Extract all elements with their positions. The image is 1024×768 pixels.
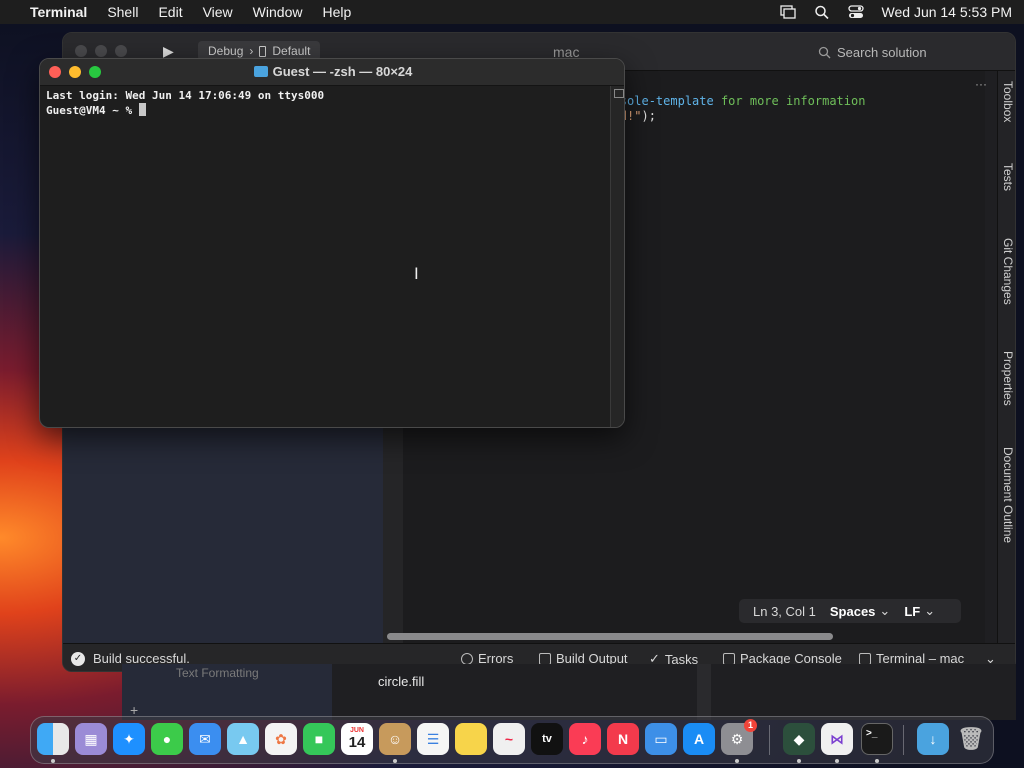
sidebar-tab-tests[interactable]: Tests [1001, 163, 1015, 191]
terminal-icon [859, 652, 871, 665]
menu-shell[interactable]: Shell [107, 4, 138, 20]
background-circle-fill: circle.fill [378, 674, 425, 689]
sidebar-tab-git-changes[interactable]: Git Changes [1001, 238, 1015, 305]
mail-icon[interactable]: ✉ [189, 723, 221, 755]
screen-mirroring-icon[interactable] [779, 5, 796, 19]
background-divider [697, 664, 711, 720]
horizontal-scrollbar[interactable] [387, 633, 833, 640]
contacts-icon[interactable]: ☺ [379, 723, 411, 755]
menubar-clock[interactable]: Wed Jun 14 5:53 PM [882, 4, 1012, 20]
reminders-icon[interactable]: ☰ [417, 723, 449, 755]
finder-icon[interactable] [37, 723, 69, 755]
split-pane-icon [614, 89, 624, 98]
text-cursor [138, 103, 146, 116]
ibeam-cursor-icon: I [414, 264, 419, 283]
music-icon[interactable]: ♪ [569, 723, 601, 755]
menu-app-terminal[interactable]: Terminal [30, 4, 87, 20]
dock: ▦ ✦ ● ✉ ▲ ✿ ■ JUN 14 ☺ ☰ ~ tv ♪ N ▭ A ⚙ 1 … [30, 716, 994, 764]
app-store-icon[interactable]: A [683, 723, 715, 755]
ide-zoom-button[interactable] [115, 45, 127, 57]
apple-tv-icon[interactable]: tv [531, 723, 563, 755]
device-label: Default [272, 44, 311, 58]
folder-icon [253, 66, 268, 77]
more-options-icon[interactable]: ··· [975, 77, 987, 91]
virtual-machine-icon[interactable]: ◆ [783, 723, 815, 755]
terminal-title: Guest — -zsh — 80×24 [40, 64, 624, 79]
search-icon [818, 46, 831, 58]
system-settings-icon[interactable]: ⚙ 1 [721, 719, 757, 755]
control-center-icon[interactable] [847, 5, 864, 19]
terminal-window[interactable]: Guest — -zsh — 80×24 Last login: Wed Jun… [39, 58, 625, 428]
facetime-icon[interactable]: ■ [303, 723, 335, 755]
terminal-scrollbar[interactable] [610, 86, 624, 427]
maps-icon[interactable]: ▲ [227, 723, 259, 755]
scheme-label: Debug [208, 44, 244, 58]
visual-studio-icon[interactable]: ⋈ [821, 723, 853, 755]
menu-view[interactable]: View [203, 4, 233, 20]
search-solution-input[interactable]: Search solution [818, 42, 1008, 62]
indent-mode[interactable]: Spaces [830, 604, 876, 619]
sidebar-tab-properties[interactable]: Properties [1001, 351, 1015, 406]
ide-close-button[interactable] [75, 45, 87, 57]
terminal-output[interactable]: Last login: Wed Jun 14 17:06:49 on ttys0… [46, 89, 324, 118]
news-icon[interactable]: N [607, 723, 639, 755]
cursor-position[interactable]: Ln 3, Col 1 [753, 604, 816, 619]
editor-status-bar: Ln 3, Col 1 Spaces ⌄ LF ⌄ [739, 599, 961, 623]
downloads-folder-icon[interactable]: ↓ [917, 723, 949, 755]
chevron-down-icon: ⌄ [924, 603, 936, 618]
photos-icon[interactable]: ✿ [265, 723, 297, 755]
last-login-line: Last login: Wed Jun 14 17:06:49 on ttys0… [46, 89, 325, 102]
spotlight-search-icon[interactable] [814, 5, 830, 19]
shell-prompt: Guest@VM4 ~ % [46, 104, 139, 117]
launchpad-icon[interactable]: ▦ [75, 723, 107, 755]
freeform-icon[interactable]: ~ [493, 723, 525, 755]
chevron-right-icon: › [249, 44, 254, 58]
messages-icon[interactable]: ● [151, 723, 183, 755]
background-window: Text Formatting circle.fill + [122, 664, 1016, 720]
ide-minimize-button[interactable] [95, 45, 107, 57]
menu-window[interactable]: Window [253, 4, 303, 20]
package-icon [723, 652, 735, 665]
chevron-down-icon: ⌄ [879, 603, 891, 618]
safari-icon[interactable]: ✦ [113, 723, 145, 755]
build-output-icon [539, 652, 551, 665]
keynote-icon[interactable]: ▭ [645, 723, 677, 755]
calendar-icon[interactable]: JUN 14 [341, 723, 373, 755]
run-icon[interactable]: ▶ [163, 43, 179, 59]
menu-help[interactable]: Help [322, 4, 351, 20]
sidebar-tab-document-outline[interactable]: Document Outline [1001, 447, 1015, 543]
check-circle-icon: ✓ [71, 651, 85, 666]
terminal-titlebar[interactable]: Guest — -zsh — 80×24 [40, 59, 624, 86]
background-text-formatting: Text Formatting [176, 666, 259, 680]
line-ending[interactable]: LF [904, 604, 920, 619]
trash-icon[interactable]: 🗑 [955, 723, 987, 755]
error-icon [461, 652, 473, 665]
notes-icon[interactable] [455, 723, 487, 755]
menu-bar: Terminal Shell Edit View Window Help Wed… [0, 0, 1024, 24]
notification-badge: 1 [744, 719, 757, 732]
menu-edit[interactable]: Edit [158, 4, 182, 20]
search-placeholder: Search solution [837, 44, 927, 60]
device-icon [259, 45, 267, 57]
terminal-app-icon[interactable]: >_ [861, 723, 893, 755]
sidebar-tab-toolbox[interactable]: Toolbox [1001, 81, 1015, 122]
